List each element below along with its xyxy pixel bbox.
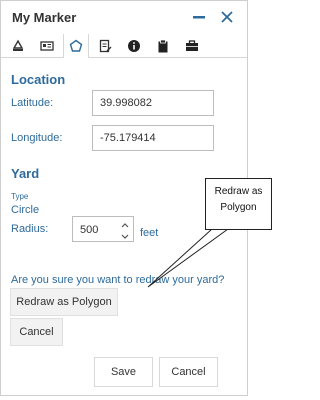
decrement-button[interactable] <box>119 229 131 240</box>
radius-label: Radius: <box>11 223 49 235</box>
longitude-label: Longitude: <box>11 132 63 144</box>
radius-value: 500 <box>80 224 99 236</box>
ruler-icon <box>12 39 24 51</box>
save-button[interactable]: Save <box>94 357 153 387</box>
tab-briefcase[interactable] <box>179 34 205 57</box>
radius-stepper[interactable]: 500 <box>72 216 134 242</box>
type-value: Circle <box>11 204 40 216</box>
cancel-redraw-button[interactable]: Cancel <box>10 318 63 346</box>
chevron-down-icon <box>121 234 129 239</box>
radius-units: feet <box>140 227 159 239</box>
tab-info[interactable] <box>121 34 147 57</box>
minimize-icon <box>193 16 205 19</box>
info-icon <box>128 39 140 52</box>
minimize-button[interactable] <box>189 7 209 27</box>
briefcase-icon <box>186 39 198 51</box>
clipboard-icon <box>158 39 168 52</box>
location-heading: Location <box>11 72 66 87</box>
longitude-input[interactable] <box>92 125 214 151</box>
cancel-button[interactable]: Cancel <box>159 357 218 387</box>
tab-measure[interactable] <box>5 34 31 57</box>
tab-shape[interactable] <box>63 34 89 58</box>
tab-clipboard[interactable] <box>150 34 176 57</box>
pentagon-icon <box>69 39 83 52</box>
callout-line-2: Polygon <box>220 202 257 213</box>
tab-bar <box>1 34 247 58</box>
id-card-icon <box>40 40 54 51</box>
type-label: Type <box>11 192 29 201</box>
tab-notes[interactable] <box>92 34 118 57</box>
latitude-label: Latitude: <box>11 97 54 109</box>
document-edit-icon <box>99 39 112 52</box>
callout-annotation: Redraw as Polygon <box>205 178 272 230</box>
redraw-polygon-button[interactable]: Redraw as Polygon <box>10 288 118 316</box>
latitude-input[interactable] <box>92 90 214 116</box>
increment-button[interactable] <box>119 218 131 229</box>
title-bar: My Marker <box>1 1 247 34</box>
tab-details[interactable] <box>34 34 60 57</box>
yard-heading: Yard <box>11 166 40 181</box>
redraw-question: Are you sure you want to redraw your yar… <box>11 274 225 286</box>
close-button[interactable] <box>217 7 237 27</box>
close-icon <box>221 11 233 23</box>
callout-line-1: Redraw as <box>214 186 263 197</box>
panel-title: My Marker <box>12 10 77 25</box>
